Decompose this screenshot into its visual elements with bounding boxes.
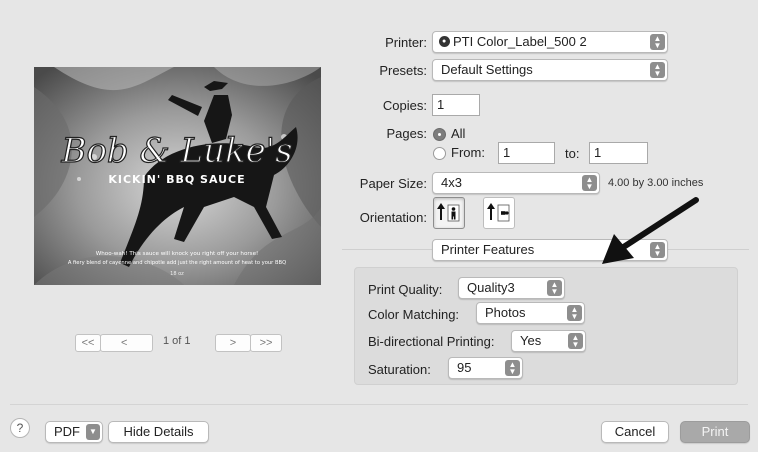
paper-size-value: 4x3 xyxy=(441,175,462,190)
help-button[interactable]: ? xyxy=(10,418,30,438)
paper-size-select[interactable]: 4x3 ▲ ▼ xyxy=(432,172,600,194)
preview-panel: Bob & Luke's KICKIN' BBQ SAUCE Whoo-wah!… xyxy=(34,67,321,285)
saturation-label: Saturation: xyxy=(368,362,431,377)
preview-brand-title: Bob & Luke's xyxy=(60,131,292,171)
presets-value: Default Settings xyxy=(441,62,533,77)
portrait-orientation-button[interactable] xyxy=(433,197,465,229)
print-button[interactable]: Print xyxy=(680,421,750,443)
presets-chevron-icon: ▲ ▼ xyxy=(650,62,665,78)
presets-label: Presets: xyxy=(379,63,427,78)
help-icon: ? xyxy=(16,421,24,435)
label-preview-image: Bob & Luke's KICKIN' BBQ SAUCE Whoo-wah!… xyxy=(34,67,321,285)
bidirectional-label: Bi-directional Printing: xyxy=(368,334,495,349)
bidirectional-chevron-icon: ▲ ▼ xyxy=(568,333,583,349)
pdf-button[interactable]: PDF ▼ xyxy=(45,421,103,443)
previous-page-button[interactable]: < xyxy=(100,334,153,352)
pages-all-label: All xyxy=(451,126,466,141)
printer-select[interactable]: ● PTI Color_Label_500 2 ▲ ▼ xyxy=(432,31,668,53)
cancel-button[interactable]: Cancel xyxy=(601,421,669,443)
portrait-orientation-icon xyxy=(437,203,460,222)
pages-to-field[interactable]: 1 xyxy=(589,142,648,164)
pages-to-label: to: xyxy=(565,146,580,161)
preview-tagline-1: Whoo-wah! This sauce will knock you righ… xyxy=(96,251,259,257)
pages-label: Pages: xyxy=(386,126,427,141)
bidirectional-select[interactable]: Yes ▲ ▼ xyxy=(511,330,586,352)
footer-divider xyxy=(10,404,748,405)
paper-size-label: Paper Size: xyxy=(359,176,427,191)
color-matching-label: Color Matching: xyxy=(368,307,460,322)
print-quality-value: Quality3 xyxy=(467,280,515,295)
paper-size-description: 4.00 by 3.00 inches xyxy=(608,177,704,189)
saturation-chevron-icon: ▲ ▼ xyxy=(505,360,520,376)
copies-field[interactable]: 1 xyxy=(432,94,480,116)
first-page-button[interactable]: << xyxy=(75,334,101,352)
section-value: Printer Features xyxy=(441,242,535,257)
pages-from-radio[interactable] xyxy=(433,147,446,160)
print-quality-chevron-icon: ▲ ▼ xyxy=(547,280,562,296)
next-page-button[interactable]: > xyxy=(215,334,251,352)
pages-from-field[interactable]: 1 xyxy=(498,142,555,164)
print-quality-label: Print Quality: xyxy=(368,282,443,297)
color-matching-select[interactable]: Photos ▲ ▼ xyxy=(476,302,585,324)
saturation-select[interactable]: 95 ▲ ▼ xyxy=(448,357,523,379)
hide-details-button[interactable]: Hide Details xyxy=(108,421,209,443)
preview-tagline-2: A fiery blend of cayenne and chipotle ad… xyxy=(68,260,286,266)
bidirectional-value: Yes xyxy=(520,333,542,348)
landscape-orientation-button[interactable] xyxy=(483,197,515,229)
pages-from-label: From: xyxy=(451,145,485,160)
print-quality-select[interactable]: Quality3 ▲ ▼ xyxy=(458,277,565,299)
printer-value: PTI Color_Label_500 2 xyxy=(453,34,587,49)
last-page-button[interactable]: >> xyxy=(250,334,282,352)
pages-all-radio[interactable] xyxy=(433,128,446,141)
presets-select[interactable]: Default Settings ▲ ▼ xyxy=(432,59,668,81)
paper-size-chevron-icon: ▲ ▼ xyxy=(582,175,597,191)
pdf-chevron-down-icon: ▼ xyxy=(86,424,100,440)
preview-net-weight: 18 oz xyxy=(170,271,184,277)
preview-brand-subtitle: KICKIN' BBQ SAUCE xyxy=(108,173,245,186)
printer-status-icon: ● xyxy=(439,36,450,47)
orientation-label: Orientation: xyxy=(359,210,427,225)
landscape-orientation-icon xyxy=(487,203,510,222)
color-matching-value: Photos xyxy=(485,305,526,320)
saturation-value: 95 xyxy=(457,360,472,375)
printer-chevron-icon: ▲ ▼ xyxy=(650,34,665,50)
color-matching-chevron-icon: ▲ ▼ xyxy=(567,305,582,321)
annotation-arrow-icon xyxy=(602,197,699,264)
printer-label: Printer: xyxy=(385,35,427,50)
copies-label: Copies: xyxy=(382,98,427,113)
page-indicator: 1 of 1 xyxy=(163,335,191,347)
pdf-label: PDF xyxy=(54,424,80,439)
